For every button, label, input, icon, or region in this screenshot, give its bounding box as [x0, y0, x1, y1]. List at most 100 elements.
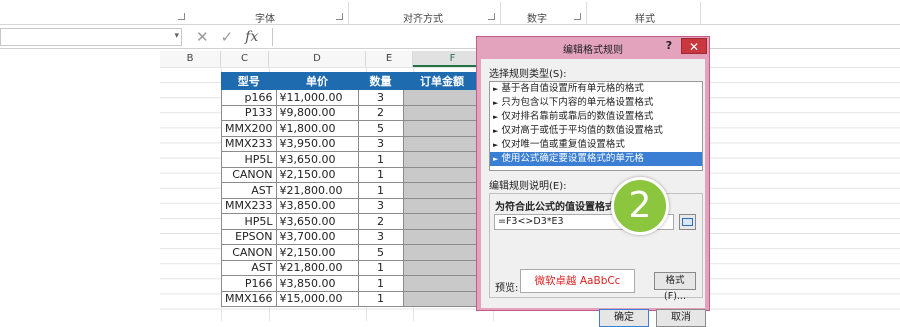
rule-type-label: 仅对排名靠前或靠后的数值设置格式: [501, 111, 654, 122]
header-model[interactable]: 型号: [221, 72, 277, 90]
chevron-down-icon[interactable]: ▾: [174, 31, 179, 41]
header-qty[interactable]: 数量: [357, 72, 404, 90]
cell-qty[interactable]: 1: [357, 166, 404, 183]
cell-model[interactable]: MMX233: [221, 135, 277, 152]
cell-qty[interactable]: 3: [357, 135, 404, 152]
cell-amount[interactable]: [402, 275, 482, 292]
cell-qty[interactable]: 1: [357, 259, 404, 276]
enter-icon[interactable]: ✓: [221, 28, 234, 46]
cell-amount[interactable]: [402, 151, 482, 168]
cell-qty[interactable]: 1: [357, 182, 404, 199]
cell-qty[interactable]: 3: [357, 197, 404, 214]
cell-amount[interactable]: [402, 259, 482, 276]
cell-qty[interactable]: 2: [357, 213, 404, 230]
rule-type-item[interactable]: ► 仅对唯一值或重复值设置格式: [490, 138, 702, 152]
cell-model[interactable]: HP5L: [221, 213, 277, 230]
cell-price[interactable]: ¥2,150.00: [275, 244, 359, 261]
cell-model[interactable]: MMX233: [221, 197, 277, 214]
header-amount[interactable]: 订单金额: [402, 72, 482, 90]
cell-amount[interactable]: [402, 120, 482, 137]
column-header-e[interactable]: E: [366, 51, 413, 67]
table-row: MMX200 ¥1,800.00 5: [221, 120, 482, 137]
table-row: p166 ¥11,000.00 3: [221, 89, 482, 106]
cell-price[interactable]: ¥15,000.00: [275, 290, 359, 307]
cell-amount[interactable]: [402, 89, 482, 106]
cell-amount[interactable]: [402, 104, 482, 121]
column-header-d[interactable]: D: [269, 51, 366, 67]
ribbon-separator: [500, 2, 501, 24]
cell-qty[interactable]: 3: [357, 228, 404, 245]
rule-type-list[interactable]: ► 基于各自值设置所有单元格的格式 ► 只为包含以下内容的单元格设置格式 ► 仅对排名靠前…: [489, 81, 703, 171]
cell-qty[interactable]: 1: [357, 151, 404, 168]
cell-model[interactable]: P133: [221, 104, 277, 121]
dialog-titlebar[interactable]: 编辑格式规则 ? ✕: [477, 37, 709, 57]
formula-bar: ▾ ✕ ✓ fx: [0, 25, 900, 49]
cell-price[interactable]: ¥3,850.00: [275, 197, 359, 214]
rule-type-item[interactable]: ► 仅对排名靠前或靠后的数值设置格式: [490, 110, 702, 124]
format-button[interactable]: 格式(F)...: [654, 272, 696, 302]
cell-price[interactable]: ¥3,700.00: [275, 228, 359, 245]
rule-type-item[interactable]: ► 只为包含以下内容的单元格设置格式: [490, 96, 702, 110]
cell-model[interactable]: MMX200: [221, 120, 277, 137]
number-launcher-icon[interactable]: [574, 13, 581, 20]
font-launcher-icon[interactable]: [336, 13, 343, 20]
cell-amount[interactable]: [402, 244, 482, 261]
cell-model[interactable]: CANON: [221, 166, 277, 183]
cell-amount[interactable]: [402, 166, 482, 183]
cell-price[interactable]: ¥21,800.00: [275, 182, 359, 199]
table-row: MMX233 ¥3,850.00 3: [221, 197, 482, 214]
cell-price[interactable]: ¥3,650.00: [275, 151, 359, 168]
cell-price[interactable]: ¥3,850.00: [275, 275, 359, 292]
range-select-icon: [682, 218, 693, 226]
cell-amount[interactable]: [402, 182, 482, 199]
cell-price[interactable]: ¥3,650.00: [275, 213, 359, 230]
collapse-dialog-button[interactable]: [679, 214, 696, 230]
table-row: CANON ¥2,150.00 5: [221, 244, 482, 261]
cell-model[interactable]: HP5L: [221, 151, 277, 168]
cell-amount[interactable]: [402, 290, 482, 307]
insert-function-icon[interactable]: fx: [245, 29, 258, 45]
name-box[interactable]: ▾: [0, 28, 182, 46]
cell-qty[interactable]: 3: [357, 89, 404, 106]
cell-model[interactable]: P166: [221, 275, 277, 292]
cell-price[interactable]: ¥9,800.00: [275, 104, 359, 121]
column-header-b[interactable]: B: [160, 51, 221, 67]
table-row: AST ¥21,800.00 1: [221, 259, 482, 276]
cell-model[interactable]: EPSON: [221, 228, 277, 245]
cell-qty[interactable]: 2: [357, 104, 404, 121]
cell-qty[interactable]: 1: [357, 290, 404, 307]
cell-price[interactable]: ¥21,800.00: [275, 259, 359, 276]
cell-amount[interactable]: [402, 135, 482, 152]
ok-button[interactable]: 确定: [599, 309, 649, 327]
cell-price[interactable]: ¥11,000.00: [275, 89, 359, 106]
cancel-button[interactable]: 取消: [656, 309, 706, 327]
close-icon[interactable]: ✕: [681, 38, 707, 54]
rule-type-item[interactable]: ► 基于各自值设置所有单元格的格式: [490, 82, 702, 96]
cell-model[interactable]: CANON: [221, 244, 277, 261]
cell-price[interactable]: ¥1,800.00: [275, 120, 359, 137]
cell-model[interactable]: p166: [221, 89, 277, 106]
cell-qty[interactable]: 1: [357, 275, 404, 292]
cell-price[interactable]: ¥2,150.00: [275, 166, 359, 183]
cell-amount[interactable]: [402, 228, 482, 245]
rule-type-label: 仅对唯一值或重复值设置格式: [501, 139, 625, 150]
rule-type-item[interactable]: ► 使用公式确定要设置格式的单元格: [490, 152, 702, 166]
cell-model[interactable]: AST: [221, 259, 277, 276]
play-arrow-icon: ►: [493, 141, 499, 149]
ribbon-group-styles: 样式: [635, 14, 655, 25]
cell-price[interactable]: ¥3,950.00: [275, 135, 359, 152]
dialog-launcher-icon[interactable]: [178, 13, 185, 20]
cell-model[interactable]: AST: [221, 182, 277, 199]
cell-model[interactable]: MMX166: [221, 290, 277, 307]
cell-qty[interactable]: 5: [357, 244, 404, 261]
cell-amount[interactable]: [402, 197, 482, 214]
cancel-icon[interactable]: ✕: [196, 28, 209, 46]
rule-type-item[interactable]: ► 仅对高于或低于平均值的数值设置格式: [490, 124, 702, 138]
table-row: P166 ¥3,850.00 1: [221, 275, 482, 292]
help-icon[interactable]: ?: [661, 39, 677, 54]
header-price[interactable]: 单价: [275, 72, 359, 90]
cell-amount[interactable]: [402, 213, 482, 230]
cell-qty[interactable]: 5: [357, 120, 404, 137]
alignment-launcher-icon[interactable]: [488, 13, 495, 20]
column-header-c[interactable]: C: [221, 51, 269, 67]
